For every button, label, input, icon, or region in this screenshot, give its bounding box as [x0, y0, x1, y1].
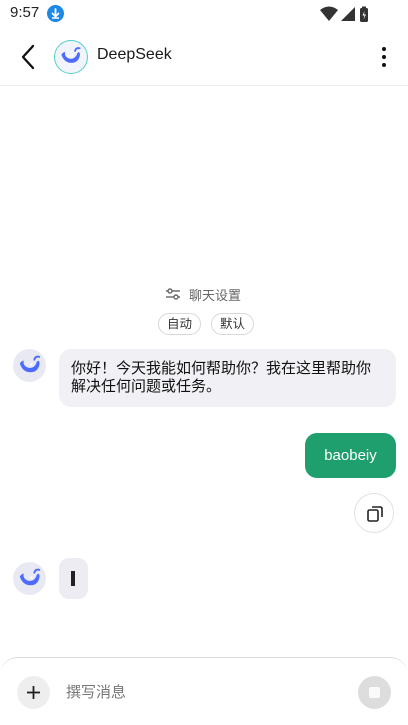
bot-typing-bubble	[59, 558, 88, 599]
sliders-icon	[166, 288, 180, 300]
status-bar: 9:57	[0, 0, 408, 28]
battery-icon	[360, 6, 368, 22]
app-bar: DeepSeek	[0, 28, 408, 86]
whale-icon	[19, 568, 41, 586]
whale-icon	[19, 355, 41, 373]
message-input[interactable]	[66, 678, 336, 706]
chat-screen: 9:57 DeepSeek 聊天设置 自动 默认 你好！今天我能如何帮助你？我在…	[0, 0, 408, 725]
user-message-bubble: baobeiy	[305, 433, 396, 478]
deepseek-logo-avatar	[54, 40, 88, 74]
copy-button[interactable]	[354, 493, 394, 533]
bot-avatar	[13, 562, 46, 595]
chip-auto[interactable]: 自动	[158, 313, 202, 335]
wifi-icon	[320, 6, 338, 21]
stop-generation-button[interactable]	[358, 676, 391, 709]
status-icons	[320, 5, 380, 23]
typing-cursor	[71, 571, 75, 586]
signal-icon	[341, 7, 355, 21]
chevron-left-icon	[21, 44, 35, 70]
chat-title: DeepSeek	[97, 46, 172, 63]
add-attachment-button[interactable]	[17, 676, 50, 709]
bot-avatar	[13, 349, 46, 382]
chip-default[interactable]: 默认	[211, 313, 255, 335]
more-vertical-icon	[382, 47, 386, 67]
more-options-button[interactable]	[374, 42, 394, 72]
status-time: 9:57	[10, 4, 40, 21]
whale-icon	[61, 47, 81, 63]
plus-icon	[27, 686, 40, 699]
bot-message-bubble: 你好！今天我能如何帮助你？我在这里帮助你解决任何问题或任务。	[59, 349, 396, 407]
copy-icon	[367, 506, 383, 522]
message-composer	[0, 657, 408, 725]
chat-settings-label: 聊天设置	[189, 289, 242, 304]
back-button[interactable]	[14, 42, 44, 72]
chat-settings-row[interactable]: 聊天设置	[0, 283, 408, 305]
stop-icon	[369, 687, 380, 698]
download-icon	[47, 5, 64, 22]
